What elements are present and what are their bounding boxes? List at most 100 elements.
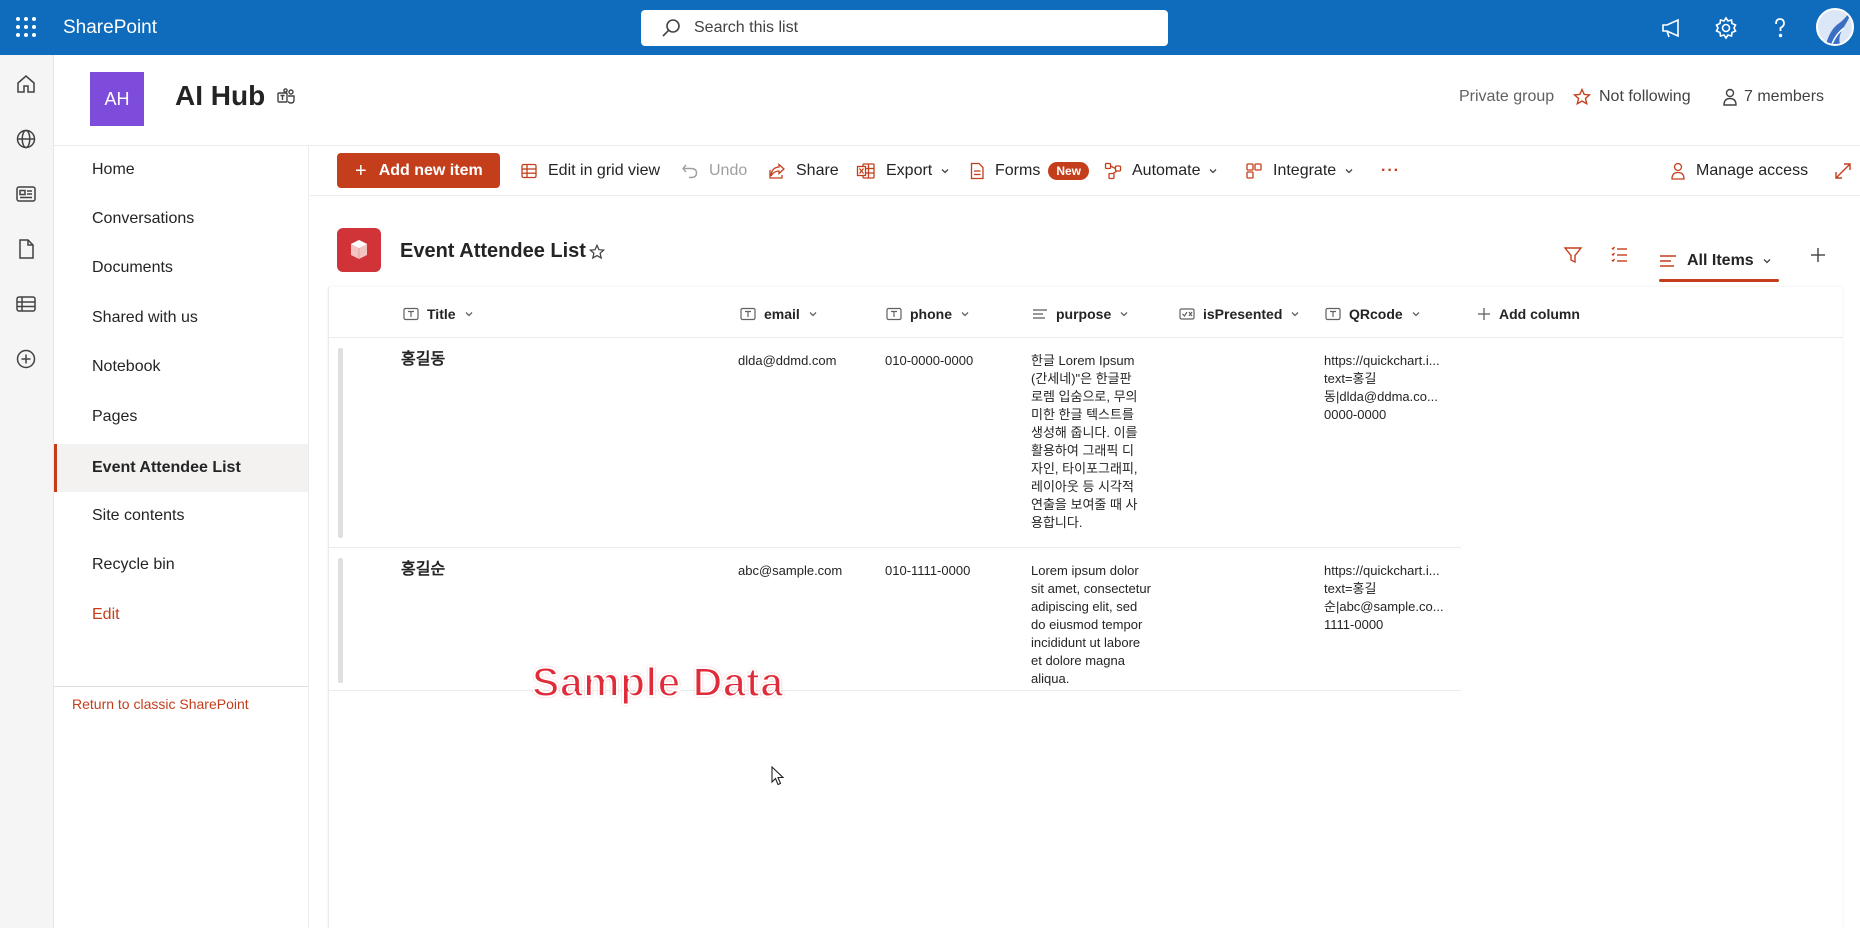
cell-qrcode: https://quickchart.i... text=홍길 동|dlda@d… <box>1324 352 1459 424</box>
expand-icon[interactable] <box>1834 160 1852 182</box>
row-selector[interactable] <box>338 348 343 538</box>
home-icon[interactable] <box>14 72 38 96</box>
person-icon <box>1670 162 1686 180</box>
nav-item-documents[interactable]: Documents <box>54 244 308 292</box>
automate-button[interactable]: Automate <box>1104 160 1218 182</box>
favorite-star-icon[interactable] <box>589 244 605 260</box>
person-icon <box>1722 88 1738 106</box>
app-launcher-icon[interactable] <box>14 15 38 39</box>
nav-item-site-contents[interactable]: Site contents <box>54 492 308 540</box>
purpose-line: 용합니다. <box>1031 515 1083 530</box>
follow-button[interactable]: Not following <box>1573 88 1691 106</box>
column-header-ispresented[interactable]: isPresented <box>1179 303 1300 325</box>
members-button[interactable]: 7 members <box>1722 88 1824 106</box>
filter-icon[interactable] <box>1563 245 1583 265</box>
automate-icon <box>1104 162 1122 180</box>
purpose-line: et dolore magna <box>1031 653 1125 668</box>
group-by-icon[interactable] <box>1609 245 1629 265</box>
megaphone-icon[interactable] <box>1658 14 1686 42</box>
qrcode-line: 순|abc@sample.co... <box>1324 599 1444 614</box>
multiline-text-icon <box>1032 307 1048 321</box>
purpose-line: 활용하여 그래픽 디 <box>1031 443 1134 458</box>
list-title: Event Attendee List <box>400 240 586 262</box>
edit-grid-view-button[interactable]: Edit in grid view <box>520 160 660 182</box>
purpose-line: adipiscing elit, sed <box>1031 599 1138 614</box>
mouse-cursor-icon <box>771 766 785 786</box>
purpose-line: 미한 한글 텍스트를 <box>1031 407 1134 422</box>
grid-icon <box>520 162 538 180</box>
forms-label: Forms <box>995 162 1041 179</box>
undo-button[interactable]: Undo <box>681 160 747 182</box>
nav-item-pages[interactable]: Pages <box>54 393 308 441</box>
export-label: Export <box>886 162 933 179</box>
column-header-label: Title <box>427 306 456 322</box>
chevron-down-icon <box>464 309 474 319</box>
brand-name[interactable]: SharePoint <box>63 17 157 39</box>
column-header-label: isPresented <box>1203 306 1283 322</box>
column-header-email[interactable]: email <box>740 303 818 325</box>
left-nav: Home Conversations Documents Shared with… <box>54 146 309 928</box>
forms-button[interactable]: Forms New <box>969 160 1090 182</box>
add-column-button[interactable]: Add column <box>1477 303 1580 325</box>
column-header-qrcode[interactable]: QRcode <box>1325 303 1421 325</box>
cell-phone: 010-1111-0000 <box>885 563 971 578</box>
avatar[interactable] <box>1816 8 1854 46</box>
export-button[interactable]: Export <box>856 160 950 182</box>
add-view-icon[interactable] <box>1808 245 1828 265</box>
view-name: All Items <box>1687 252 1754 269</box>
text-field-icon <box>740 307 756 321</box>
column-header-title[interactable]: Title <box>403 303 474 325</box>
document-icon[interactable] <box>14 237 38 261</box>
chevron-down-icon <box>940 166 950 176</box>
share-label: Share <box>796 162 839 179</box>
purpose-line: do eiusmod tempor <box>1031 617 1143 632</box>
cell-phone: 010-0000-0000 <box>885 353 974 368</box>
row-selector[interactable] <box>338 558 343 683</box>
app-rail <box>0 55 54 928</box>
teams-icon[interactable] <box>276 87 296 107</box>
command-bar: + Add new item Edit in grid view Undo Sh… <box>310 146 1860 196</box>
column-header-phone[interactable]: phone <box>886 303 970 325</box>
nav-item-conversations[interactable]: Conversations <box>54 195 308 243</box>
site-logo[interactable]: AH <box>90 72 144 126</box>
table-row[interactable]: 홍길순 abc@sample.com 010-1111-0000 Lorem i… <box>329 548 1461 691</box>
more-commands-button[interactable]: ··· <box>1381 160 1400 182</box>
integrate-button[interactable]: Integrate <box>1245 160 1354 182</box>
view-switcher-all-items[interactable]: All Items <box>1643 240 1779 282</box>
nav-item-home[interactable]: Home <box>54 146 308 194</box>
search-input[interactable]: Search this list <box>694 19 798 37</box>
nav-item-event-attendee-list[interactable]: Event Attendee List <box>54 444 308 492</box>
cell-title[interactable]: 홍길순 <box>401 561 445 579</box>
cell-title[interactable]: 홍길동 <box>401 351 445 369</box>
nav-item-recycle-bin[interactable]: Recycle bin <box>54 541 308 589</box>
add-new-item-button[interactable]: + Add new item <box>337 153 500 188</box>
return-to-classic-link[interactable]: Return to classic SharePoint <box>72 696 249 712</box>
gear-icon[interactable] <box>1712 14 1740 42</box>
search-box[interactable]: Search this list <box>641 10 1168 46</box>
list-icon[interactable] <box>14 292 38 316</box>
share-button[interactable]: Share <box>768 160 839 182</box>
globe-icon[interactable] <box>14 127 38 151</box>
news-icon[interactable] <box>14 182 38 206</box>
cell-qrcode: https://quickchart.i... text=홍길 순|abc@sa… <box>1324 562 1459 634</box>
purpose-line: 한글 Lorem Ipsum <box>1031 353 1135 368</box>
integrate-icon <box>1245 162 1263 180</box>
nav-edit-link[interactable]: Edit <box>54 591 308 639</box>
manage-access-button[interactable]: Manage access <box>1670 160 1808 182</box>
nav-item-notebook[interactable]: Notebook <box>54 343 308 391</box>
nav-item-shared-with-us[interactable]: Shared with us <box>54 294 308 342</box>
chevron-down-icon <box>1344 166 1354 176</box>
help-icon[interactable] <box>1766 14 1794 42</box>
manage-access-label: Manage access <box>1696 162 1809 179</box>
site-title[interactable]: AI Hub <box>175 80 265 112</box>
chevron-down-icon <box>808 309 818 319</box>
purpose-line: (간세네)"은 한글판 <box>1031 371 1132 386</box>
column-header-purpose[interactable]: purpose <box>1032 303 1129 325</box>
text-field-icon <box>1325 307 1341 321</box>
edit-grid-view-label: Edit in grid view <box>548 162 661 179</box>
qrcode-line: 0000-0000 <box>1324 407 1387 422</box>
text-field-icon <box>886 307 902 321</box>
cell-purpose: 한글 Lorem Ipsum (간세네)"은 한글판 로렘 입숨으로, 무의 미… <box>1031 352 1161 532</box>
table-row[interactable]: 홍길동 dlda@ddmd.com 010-0000-0000 한글 Lorem… <box>329 338 1461 548</box>
create-icon[interactable] <box>14 347 38 371</box>
